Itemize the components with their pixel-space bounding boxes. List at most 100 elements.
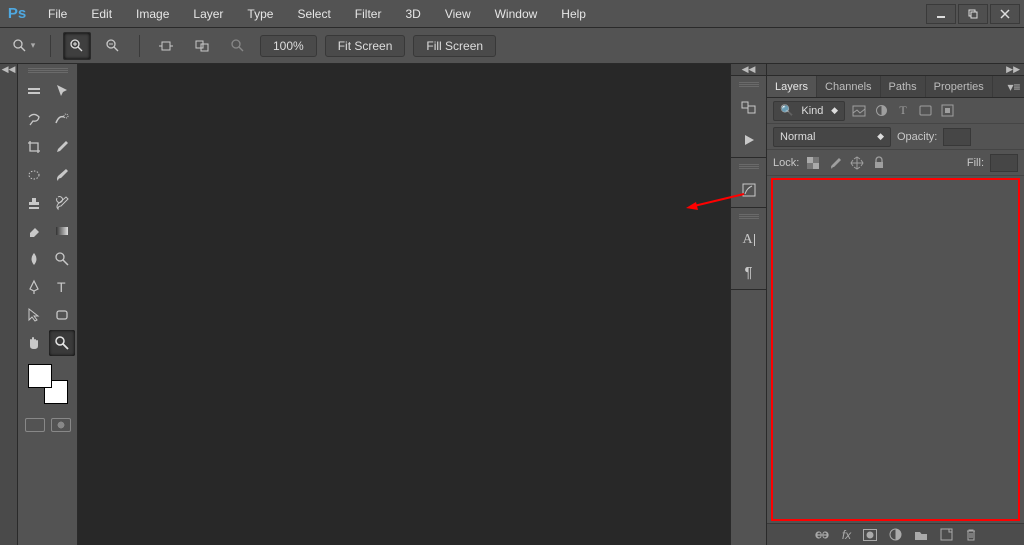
filter-kind-label: Kind (801, 105, 823, 117)
filter-type-icon[interactable]: T (895, 103, 911, 119)
patch-tool-icon[interactable] (21, 162, 47, 188)
options-bar: 100% Fit Screen Fill Screen (0, 28, 1024, 64)
panel-grip[interactable] (739, 82, 759, 87)
history-panel-icon[interactable] (738, 97, 760, 119)
document-canvas[interactable] (78, 64, 730, 545)
opacity-label: Opacity: (897, 131, 937, 143)
workspace: ◀◀ T (0, 64, 1024, 545)
gradient-tool-icon[interactable] (49, 218, 75, 244)
history-brush-tool-icon[interactable] (49, 190, 75, 216)
adjustment-layer-icon[interactable] (889, 528, 902, 541)
menu-select[interactable]: Select (285, 0, 342, 28)
blend-mode-label: Normal (780, 131, 815, 143)
fill-screen-button[interactable]: Fill Screen (413, 35, 496, 57)
zoom-in-icon[interactable] (63, 32, 91, 60)
divider (50, 35, 51, 57)
menu-image[interactable]: Image (124, 0, 181, 28)
toolbox: T (18, 64, 78, 545)
brush-panel-icon[interactable] (738, 179, 760, 201)
tab-paths[interactable]: Paths (881, 76, 926, 97)
paragraph-panel-icon[interactable]: ¶ (738, 261, 760, 283)
filter-smart-icon[interactable] (939, 103, 955, 119)
lock-all-icon[interactable] (871, 155, 887, 171)
panel-tabs: Layers Channels Paths Properties ▾≡ (767, 76, 1024, 98)
zoom-all-windows-icon[interactable] (188, 32, 216, 60)
tool-preset-picker[interactable] (10, 32, 38, 60)
menu-edit[interactable]: Edit (79, 0, 124, 28)
panel-menu-icon[interactable]: ▾≡ (1004, 76, 1024, 97)
svg-text:T: T (57, 279, 66, 295)
menu-layer[interactable]: Layer (181, 0, 235, 28)
filter-pixel-icon[interactable] (851, 103, 867, 119)
lock-fill-row: Lock: Fill: (767, 150, 1024, 176)
menu-file[interactable]: File (36, 0, 79, 28)
crop-tool-icon[interactable] (21, 134, 47, 160)
collapse-mid-strip[interactable]: ◀◀ (731, 64, 766, 76)
lock-position-icon[interactable] (849, 155, 865, 171)
app-logo: Ps (4, 3, 30, 25)
move-tool-aux-icon[interactable] (21, 78, 47, 104)
stamp-tool-icon[interactable] (21, 190, 47, 216)
resize-windows-icon[interactable] (152, 32, 180, 60)
tab-layers[interactable]: Layers (767, 76, 817, 97)
collapse-right-strip[interactable]: ▶▶ (767, 64, 1024, 76)
brush-tool-icon[interactable] (49, 162, 75, 188)
fit-screen-button[interactable]: Fit Screen (325, 35, 406, 57)
quick-select-tool-icon[interactable] (49, 106, 75, 132)
zoom-tool-icon[interactable] (49, 330, 75, 356)
panel-grip[interactable] (739, 214, 759, 219)
eyedropper-tool-icon[interactable] (49, 134, 75, 160)
lasso-tool-icon[interactable] (21, 106, 47, 132)
tab-channels[interactable]: Channels (817, 76, 880, 97)
foreground-color-swatch[interactable] (28, 364, 52, 388)
hand-tool-icon[interactable] (21, 330, 47, 356)
menu-type[interactable]: Type (235, 0, 285, 28)
eraser-tool-icon[interactable] (21, 218, 47, 244)
delete-layer-icon[interactable] (965, 528, 977, 542)
standard-mode-icon[interactable] (25, 418, 45, 432)
actions-panel-icon[interactable] (738, 129, 760, 151)
menu-3d[interactable]: 3D (393, 0, 432, 28)
shape-tool-icon[interactable] (49, 302, 75, 328)
move-tool-icon[interactable] (49, 78, 75, 104)
layers-panel: ▶▶ Layers Channels Paths Properties ▾≡ 🔍… (766, 64, 1024, 545)
zoom-out-icon[interactable] (99, 32, 127, 60)
fill-field[interactable] (990, 154, 1018, 172)
new-group-icon[interactable] (914, 529, 928, 541)
scrubby-zoom-icon[interactable] (224, 32, 252, 60)
lock-pixels-icon[interactable] (827, 155, 843, 171)
layers-list-highlighted[interactable] (771, 178, 1020, 521)
menu-help[interactable]: Help (549, 0, 598, 28)
link-layers-icon[interactable] (814, 529, 830, 541)
path-select-tool-icon[interactable] (21, 302, 47, 328)
window-close-button[interactable] (990, 4, 1020, 24)
dodge-tool-icon[interactable] (49, 246, 75, 272)
blend-mode-select[interactable]: Normal◆ (773, 127, 891, 147)
menu-window[interactable]: Window (483, 0, 550, 28)
new-layer-icon[interactable] (940, 528, 953, 541)
quick-mask-mode-icon[interactable] (51, 418, 71, 432)
opacity-field[interactable] (943, 128, 971, 146)
pen-tool-icon[interactable] (21, 274, 47, 300)
window-minimize-button[interactable] (926, 4, 956, 24)
menu-filter[interactable]: Filter (343, 0, 394, 28)
lock-transparent-icon[interactable] (805, 155, 821, 171)
lock-label: Lock: (773, 157, 799, 169)
blur-tool-icon[interactable] (21, 246, 47, 272)
tab-properties[interactable]: Properties (926, 76, 993, 97)
zoom-level-button[interactable]: 100% (260, 35, 317, 57)
menu-view[interactable]: View (433, 0, 483, 28)
window-maximize-button[interactable] (958, 4, 988, 24)
layer-mask-icon[interactable] (863, 529, 877, 541)
color-swatches[interactable] (28, 364, 68, 404)
collapse-left-strip[interactable]: ◀◀ (0, 64, 18, 545)
panel-grip[interactable] (28, 68, 68, 74)
panel-grip[interactable] (739, 164, 759, 169)
filter-adjust-icon[interactable] (873, 103, 889, 119)
character-panel-icon[interactable]: A (738, 229, 760, 251)
filter-kind-select[interactable]: 🔍Kind◆ (773, 101, 845, 121)
layer-fx-icon[interactable]: fx (842, 528, 851, 542)
filter-shape-icon[interactable] (917, 103, 933, 119)
type-tool-icon[interactable]: T (49, 274, 75, 300)
blend-opacity-row: Normal◆ Opacity: (767, 124, 1024, 150)
